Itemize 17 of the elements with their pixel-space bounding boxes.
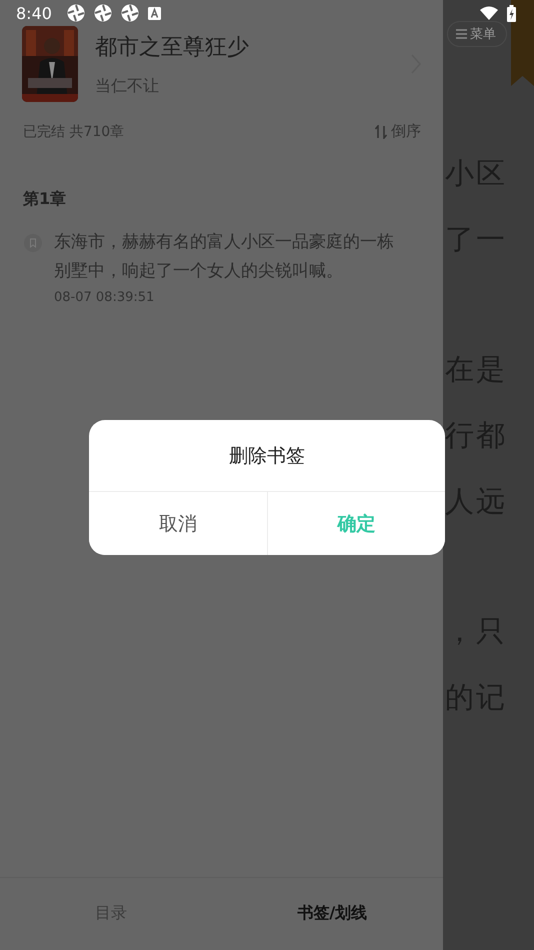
aperture-icon xyxy=(66,4,85,22)
bookmark-text[interactable]: 东海市，赫赫有名的富人小区一品豪庭的一栋别墅中，响起了一个女人的尖锐叫喊。 xyxy=(54,228,401,286)
menu-icon xyxy=(456,29,467,39)
wifi-icon xyxy=(480,6,498,20)
aperture-icon xyxy=(120,4,139,22)
drawer-tab[interactable]: 书签/划线 xyxy=(222,878,443,950)
confirm-button[interactable]: 确定 xyxy=(266,492,445,555)
status-time: 8:40 xyxy=(16,4,52,22)
battery-icon xyxy=(507,4,516,22)
sort-icon xyxy=(375,124,387,138)
book-title: 都市之至尊狂少 xyxy=(95,34,250,62)
chapter-heading: 第1章 xyxy=(22,188,68,210)
bookmark-icon xyxy=(24,234,42,252)
menu-label: 菜单 xyxy=(470,26,496,43)
menu-button[interactable]: 菜单 xyxy=(447,21,507,47)
aperture-icon xyxy=(94,4,112,22)
bookmark-ribbon-icon xyxy=(511,0,534,86)
